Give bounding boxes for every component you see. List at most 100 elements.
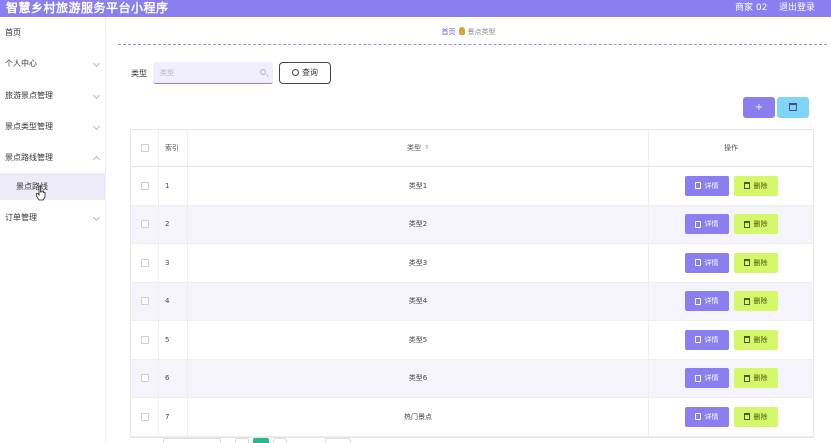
row-checkbox-cell [131,167,159,205]
row-checkbox[interactable] [140,220,149,229]
query-button-label: 查询 [302,68,318,77]
chevron-down-icon [92,122,101,131]
row-actions: 详情 删除 [649,167,813,205]
page-size-select[interactable] [163,438,221,443]
chevron-down-icon [92,213,101,222]
gourd-icon [458,27,465,35]
trash-icon [743,220,750,228]
document-icon [694,297,701,305]
row-checkbox-cell [131,398,159,436]
sidebar-item-attraction-management[interactable]: 旅游景点管理 [0,85,106,107]
main-content: 首页景点类型 类型 查询 + 索引 类型⇕ 操作 1 类型1 详情 删除 [106,17,831,443]
breadcrumb-current: 景点类型 [467,28,496,36]
search-box [153,62,273,84]
query-button[interactable]: 查询 [279,62,331,84]
sidebar-subitem-route[interactable]: 景点路线 [0,173,106,200]
sidebar-item-route-management[interactable]: 景点路线管理 [0,147,106,169]
trash-icon [743,374,750,382]
row-actions: 详情 删除 [649,283,813,321]
row-checkbox[interactable] [140,412,149,421]
detail-button[interactable]: 详情 [684,406,729,427]
next-page-button[interactable] [273,438,287,443]
top-bar: 智慧乡村旅游服务平台小程序 商家 02 退出登录 [0,0,831,17]
document-icon [694,336,701,344]
row-checkbox-cell [131,244,159,282]
column-header-index: 索引 [159,130,188,166]
table-row: 2 类型2 详情 删除 [131,205,813,244]
sidebar-item-home[interactable]: 首页 [0,22,106,44]
column-header-type-label: 类型 [406,144,421,152]
detail-button-label: 详情 [704,181,719,190]
sidebar-item-order-management[interactable]: 订单管理 [0,207,106,229]
sidebar-item-label: 景点路线管理 [5,153,53,162]
row-actions: 详情 删除 [649,398,813,436]
sidebar-item-label: 景点类型管理 [5,122,53,131]
jump-page-input[interactable] [325,438,351,443]
sidebar-item-label: 景点路线 [16,182,48,191]
delete-button[interactable]: 删除 [733,329,778,350]
detail-button[interactable]: 详情 [684,214,729,235]
detail-button[interactable]: 详情 [684,329,729,350]
row-checkbox-cell [131,282,159,320]
table-row: 7 热门景点 详情 删除 [131,398,813,437]
delete-button[interactable]: 删除 [733,252,778,273]
row-checkbox[interactable] [140,181,149,190]
current-user-label: 商家 02 [735,3,768,13]
header-checkbox-cell [131,130,159,166]
table-row: 5 类型5 详情 删除 [131,321,813,360]
row-actions: 详情 删除 [649,244,813,282]
detail-button[interactable]: 详情 [684,252,729,273]
row-actions: 详情 删除 [649,206,813,244]
delete-button-label: 删除 [753,297,768,306]
select-all-checkbox[interactable] [140,144,149,152]
current-page-button[interactable] [253,438,269,443]
detail-button-label: 详情 [704,335,719,344]
document-icon [694,182,701,190]
column-header-type[interactable]: 类型 ⇕ [188,130,649,166]
table-row: 6 类型6 详情 删除 [131,359,813,398]
delete-button[interactable]: 删除 [733,368,778,389]
row-checkbox-cell [131,205,159,243]
batch-delete-button[interactable] [777,97,809,118]
sort-icon[interactable]: ⇕ [424,143,429,153]
document-icon [694,259,701,267]
row-type: 类型4 [188,282,649,320]
row-checkbox[interactable] [140,297,149,306]
breadcrumb-home[interactable]: 首页 [442,28,456,36]
row-checkbox[interactable] [140,374,149,383]
app-title: 智慧乡村旅游服务平台小程序 [6,1,169,15]
detail-button-label: 详情 [704,258,719,267]
prev-page-button[interactable] [235,438,249,443]
detail-button[interactable]: 详情 [684,368,729,389]
table-row: 3 类型3 详情 删除 [131,244,813,283]
sidebar-item-label: 首页 [5,28,21,37]
detail-button[interactable]: 详情 [684,175,729,196]
delete-button[interactable]: 删除 [733,175,778,196]
sidebar-item-personal-center[interactable]: 个人中心 [0,53,106,75]
row-index: 2 [159,205,188,243]
search-icon [292,69,299,76]
delete-button-label: 删除 [753,220,768,229]
logout-link[interactable]: 退出登录 [779,2,815,15]
trash-icon [743,297,750,305]
sidebar-item-label: 个人中心 [5,59,37,68]
chevron-down-icon [92,59,101,68]
trash-icon [743,182,750,190]
sidebar-item-label: 订单管理 [5,213,37,222]
delete-button[interactable]: 删除 [733,406,778,427]
delete-button[interactable]: 删除 [733,214,778,235]
delete-button[interactable]: 删除 [733,291,778,312]
search-input[interactable] [153,62,253,83]
row-actions: 详情 删除 [649,321,813,359]
row-checkbox[interactable] [140,335,149,344]
document-icon [694,374,701,382]
detail-button[interactable]: 详情 [684,291,729,312]
row-checkbox[interactable] [140,258,149,267]
column-header-actions: 操作 [724,144,738,152]
add-button[interactable]: + [743,97,775,118]
sidebar-item-attraction-type-management[interactable]: 景点类型管理 [0,116,106,138]
pagination [163,438,463,443]
row-index: 7 [159,398,188,436]
trash-icon [743,259,750,267]
row-actions: 详情 删除 [649,360,813,398]
